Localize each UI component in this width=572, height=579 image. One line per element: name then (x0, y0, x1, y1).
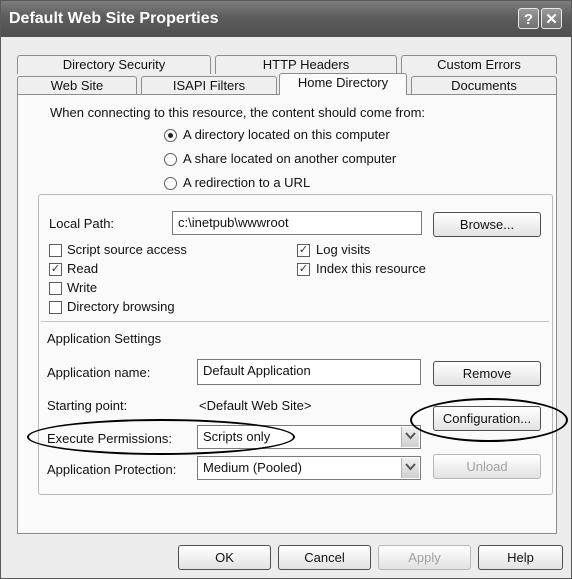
tab-web-site[interactable]: Web Site (17, 76, 137, 95)
execute-permissions-value: Scripts only (203, 429, 271, 444)
tab-http-headers[interactable]: HTTP Headers (215, 55, 397, 74)
close-button[interactable]: ✕ (541, 8, 562, 29)
execute-permissions-label: Execute Permissions: (47, 431, 172, 446)
starting-point-label: Starting point: (47, 398, 128, 413)
help-footer-button[interactable]: Help (478, 545, 563, 570)
application-protection-select[interactable]: Medium (Pooled) (197, 456, 421, 480)
radio-network-share[interactable] (164, 153, 177, 166)
application-name-label: Application name: (47, 365, 151, 380)
tab-directory-security[interactable]: Directory Security (17, 55, 211, 74)
tab-isapi-filters[interactable]: ISAPI Filters (141, 76, 277, 95)
application-protection-value: Medium (Pooled) (203, 460, 302, 475)
application-protection-label: Application Protection: (47, 462, 177, 477)
tab-custom-errors[interactable]: Custom Errors (401, 55, 557, 74)
application-settings-heading: Application Settings (47, 331, 162, 346)
script-source-access-checkbox[interactable] (49, 244, 62, 257)
window-title: Default Web Site Properties (9, 10, 219, 27)
index-resource-label: Index this resource (316, 261, 426, 276)
remove-button[interactable]: Remove (433, 361, 541, 386)
log-visits-checkbox[interactable]: ✓ (297, 244, 310, 257)
starting-point-value: <Default Web Site> (199, 398, 312, 413)
read-checkbox[interactable]: ✓ (49, 263, 62, 276)
radio-url-redirect[interactable] (164, 177, 177, 190)
execute-permissions-select[interactable]: Scripts only (197, 425, 421, 449)
content-source-prompt: When connecting to this resource, the co… (50, 105, 426, 120)
unload-button[interactable]: Unload (433, 454, 541, 479)
write-label: Write (67, 280, 98, 295)
chevron-down-icon[interactable] (401, 458, 419, 478)
write-checkbox[interactable] (49, 282, 62, 295)
browse-button[interactable]: Browse... (433, 212, 541, 237)
radio-local-directory-label: A directory located on this computer (183, 127, 390, 142)
chevron-down-icon[interactable] (401, 427, 419, 447)
properties-dialog: Default Web Site Properties ? ✕ Director… (0, 0, 572, 579)
radio-local-directory[interactable] (164, 129, 177, 142)
script-source-access-label: Script source access (67, 242, 187, 257)
application-name-field[interactable]: Default Application (197, 359, 421, 385)
group-divider (41, 321, 549, 322)
local-path-field[interactable]: c:\inetpub\wwwroot (172, 211, 422, 235)
log-visits-label: Log visits (316, 242, 371, 257)
directory-browsing-label: Directory browsing (67, 299, 175, 314)
configuration-button[interactable]: Configuration... (433, 406, 541, 431)
ok-button[interactable]: OK (178, 545, 271, 570)
radio-url-redirect-label: A redirection to a URL (183, 175, 311, 190)
help-button[interactable]: ? (518, 8, 539, 29)
local-path-label: Local Path: (49, 216, 115, 231)
title-bar: Default Web Site Properties ? ✕ (1, 1, 571, 37)
tab-home-directory[interactable]: Home Directory (279, 73, 407, 95)
cancel-button[interactable]: Cancel (278, 545, 371, 570)
directory-browsing-checkbox[interactable] (49, 301, 62, 314)
read-label: Read (67, 261, 99, 276)
radio-network-share-label: A share located on another computer (183, 151, 397, 166)
index-resource-checkbox[interactable]: ✓ (297, 263, 310, 276)
apply-button[interactable]: Apply (378, 545, 471, 570)
tab-documents[interactable]: Documents (411, 76, 557, 95)
